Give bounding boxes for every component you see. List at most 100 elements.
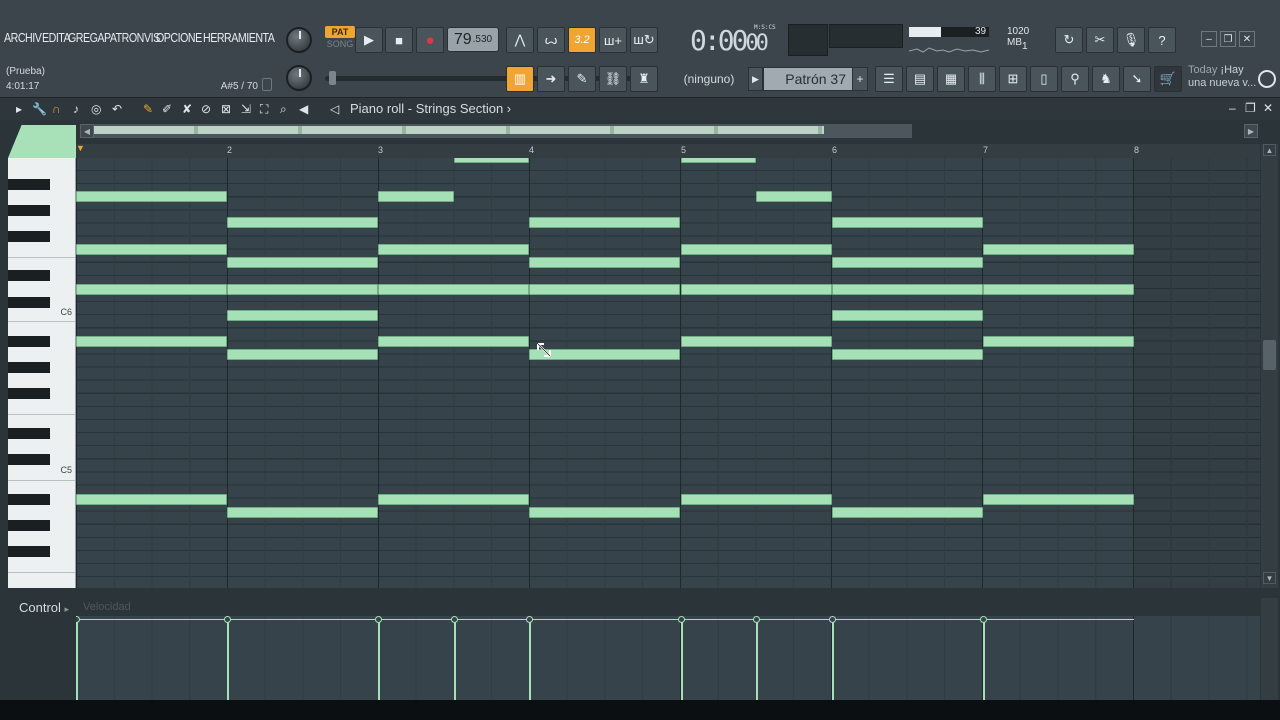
menu-opciones[interactable]: OPCIONE [156, 30, 202, 50]
note[interactable] [378, 494, 529, 505]
black-key[interactable] [8, 546, 50, 557]
velocity-handle[interactable] [375, 616, 382, 623]
piano-roll-button[interactable]: ▥ [506, 66, 534, 92]
note[interactable] [227, 507, 378, 518]
velocity-bar[interactable] [227, 619, 229, 700]
note-grid[interactable] [76, 158, 1260, 588]
loop-record-button[interactable]: ш↻ [630, 27, 658, 53]
slice-tool-icon[interactable]: ⊠ [221, 102, 231, 116]
note[interactable] [983, 284, 1134, 295]
tempo-tap-button[interactable]: ♞ [1092, 66, 1120, 92]
note[interactable] [983, 494, 1134, 505]
playback-tool-icon[interactable]: ◀ [299, 102, 308, 116]
pencil-button[interactable]: ✎ [568, 66, 596, 92]
menu-archivo[interactable]: ARCHIV [4, 30, 42, 50]
menu-editar[interactable]: EDITA [42, 30, 71, 50]
pattern-selector[interactable]: Patrón 37 [763, 67, 853, 91]
brush-tool-icon[interactable]: ✐ [162, 102, 172, 116]
browser-button[interactable]: ⊞ [999, 66, 1027, 92]
black-key[interactable] [8, 520, 50, 531]
stamp-button[interactable]: ♜ [630, 66, 658, 92]
velocity-bar[interactable] [454, 619, 456, 700]
note[interactable] [227, 284, 378, 295]
tempo-display[interactable]: 79.530 [447, 27, 499, 52]
playlist-button[interactable]: ☰ [875, 66, 903, 92]
note[interactable] [756, 191, 832, 202]
magnet-icon[interactable]: ∩ [52, 102, 61, 116]
minimize-button[interactable]: – [1201, 31, 1217, 47]
note[interactable] [76, 336, 227, 347]
render-button[interactable]: ➘ [1123, 66, 1151, 92]
velocity-handle[interactable] [678, 616, 685, 623]
velocity-handle[interactable] [526, 616, 533, 623]
countdown-button[interactable]: 3.2 [568, 27, 596, 53]
close-button[interactable]: ✕ [1239, 31, 1255, 47]
black-key[interactable] [8, 205, 50, 216]
pattern-prev-button[interactable]: ▶ [748, 67, 763, 91]
undo-icon[interactable]: ↶ [112, 102, 122, 116]
mixer-button[interactable]: ⫼ [968, 66, 996, 92]
velocity-handle[interactable] [224, 616, 231, 623]
black-key[interactable] [8, 297, 50, 308]
horizontal-scrollbar[interactable] [94, 124, 912, 138]
note[interactable] [378, 336, 529, 347]
note[interactable] [832, 257, 983, 268]
black-key[interactable] [8, 362, 50, 373]
pr-close-icon[interactable]: ✕ [1263, 101, 1273, 115]
piano-roll-menu-arrow[interactable]: ▸ [16, 102, 22, 116]
menu-herramientas[interactable]: HERRAMIENTA [203, 30, 275, 50]
note[interactable] [227, 349, 378, 360]
scroll-up-button[interactable]: ▲ [1263, 144, 1276, 156]
note[interactable] [529, 507, 680, 518]
select-tool-icon[interactable]: ⇲ [241, 102, 251, 116]
zoom-tool-icon[interactable]: ⌕ [280, 102, 287, 117]
control-label[interactable]: Control ▸ [19, 600, 69, 615]
note[interactable] [983, 244, 1134, 255]
scroll-thumb[interactable] [1263, 340, 1276, 370]
note[interactable] [378, 284, 529, 295]
master-pitch-knob[interactable] [286, 65, 312, 91]
scroll-down-button[interactable]: ▼ [1263, 572, 1276, 584]
note[interactable] [681, 336, 832, 347]
link-button[interactable]: ⛓ [599, 66, 627, 92]
help-button[interactable]: ? [1148, 27, 1176, 53]
note[interactable] [76, 494, 227, 505]
note[interactable] [832, 349, 983, 360]
black-key[interactable] [8, 454, 50, 465]
black-key[interactable] [8, 231, 50, 242]
arrow-button[interactable]: ➜ [537, 66, 565, 92]
velocity-handle[interactable] [829, 616, 836, 623]
velocity-bar[interactable] [681, 619, 683, 700]
pat-mode[interactable]: PAT [325, 26, 355, 38]
black-key[interactable] [8, 336, 50, 347]
note[interactable] [227, 257, 378, 268]
velocity-handle[interactable] [980, 616, 987, 623]
black-key[interactable] [8, 428, 50, 439]
menu-agregar[interactable]: GREGA [68, 30, 105, 50]
delete-tool-icon[interactable]: ✘ [182, 102, 192, 116]
stop-button[interactable]: ■ [385, 27, 413, 53]
master-volume-knob[interactable] [286, 27, 312, 53]
project-info-button[interactable]: ▯ [1030, 66, 1058, 92]
pat-song-switch[interactable]: PAT SONG [325, 26, 355, 52]
target-icon[interactable]: ◎ [91, 102, 101, 116]
velocity-handle[interactable] [753, 616, 760, 623]
velocity-handle[interactable] [451, 616, 458, 623]
velocity-bar[interactable] [378, 619, 380, 700]
note[interactable] [529, 284, 680, 295]
black-key[interactable] [8, 388, 50, 399]
velocity-bar[interactable] [983, 619, 985, 700]
wait-input-button[interactable]: ꙍ [537, 27, 565, 53]
step-edit-button[interactable]: ш+ [599, 27, 627, 53]
menu-patrones[interactable]: PATRON [104, 30, 144, 50]
velocity-bar[interactable] [832, 619, 834, 700]
black-key[interactable] [8, 270, 50, 281]
preset-selector[interactable]: (ninguno) [678, 69, 740, 89]
velocity-lane[interactable] [76, 616, 1260, 700]
time-display[interactable]: 0:0000 M:S:CS [690, 24, 782, 57]
channel-rack-button[interactable]: ▦ [937, 66, 965, 92]
bar-ruler[interactable]: ▼ 2 3 4 5 6 7 8 [76, 143, 1260, 158]
note[interactable] [378, 244, 529, 255]
velocity-scrollbar[interactable] [1261, 598, 1278, 700]
note[interactable] [681, 284, 832, 295]
